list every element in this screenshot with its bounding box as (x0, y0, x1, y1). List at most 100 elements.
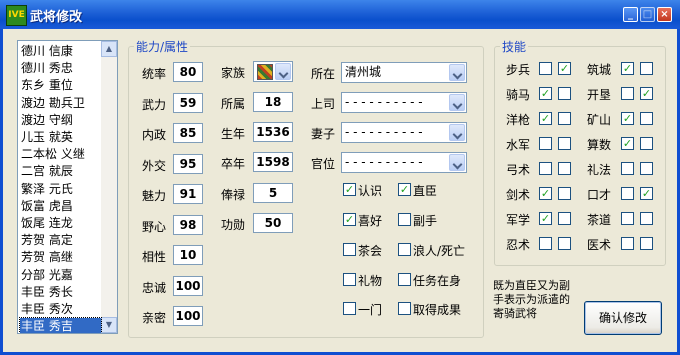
skill-checkbox-b[interactable] (558, 112, 571, 125)
flag-label: 认识 (358, 184, 383, 198)
stat-value-field[interactable]: 80 (173, 62, 203, 82)
skill-checkbox-b[interactable]: ✓ (640, 187, 653, 200)
list-item[interactable]: 丰臣 秀次 (20, 301, 101, 318)
skill-checkbox-a[interactable] (539, 237, 552, 250)
flag-label: 副手 (413, 214, 438, 228)
family-crest-select[interactable] (253, 61, 293, 82)
flag-checkbox[interactable] (343, 273, 356, 286)
scroll-down-icon[interactable]: ▼ (101, 317, 117, 333)
skill-checkbox-b[interactable]: ✓ (640, 87, 653, 100)
flag-checkbox[interactable] (398, 243, 411, 256)
attr-value-field[interactable]: 18 (253, 92, 293, 112)
list-item[interactable]: 儿玉 就英 (20, 129, 101, 146)
stat-value-field[interactable]: 98 (173, 214, 203, 235)
flag-checkbox[interactable] (343, 243, 356, 256)
skill-checkbox-b[interactable]: ✓ (558, 62, 571, 75)
skill-checkbox-a[interactable] (621, 187, 634, 200)
stat-value-field[interactable]: 91 (173, 184, 203, 204)
list-item[interactable]: 德川 信康 (20, 43, 101, 60)
list-item[interactable]: 芳贺 高继 (20, 249, 101, 266)
list-item[interactable]: 分部 光嘉 (20, 267, 101, 284)
dropdown-arrow-icon[interactable] (449, 64, 465, 81)
skill-checkbox-a[interactable]: ✓ (539, 187, 552, 200)
skill-checkbox-a[interactable]: ✓ (621, 137, 634, 150)
list-item[interactable]: 德川 秀忠 (20, 60, 101, 77)
skill-checkbox-a[interactable]: ✓ (621, 112, 634, 125)
skill-checkbox-a[interactable]: ✓ (539, 112, 552, 125)
scroll-up-icon[interactable]: ▲ (101, 41, 117, 57)
skill-checkbox-b[interactable] (640, 62, 653, 75)
stat-value-field[interactable]: 95 (173, 153, 203, 174)
location-select[interactable]: 清州城 (341, 62, 467, 83)
skill-checkbox-b[interactable] (558, 137, 571, 150)
skill-checkbox-b[interactable] (558, 162, 571, 175)
dropdown-arrow-icon[interactable] (275, 63, 291, 80)
skill-checkbox-b[interactable] (640, 237, 653, 250)
skill-checkbox-a[interactable]: ✓ (539, 212, 552, 225)
list-item[interactable]: 二宫 就辰 (20, 163, 101, 180)
skill-checkbox-a[interactable] (621, 87, 634, 100)
dropdown-arrow-icon[interactable] (449, 154, 465, 171)
list-item[interactable]: 渡边 守纲 (20, 112, 101, 129)
flag-checkbox[interactable]: ✓ (398, 183, 411, 196)
skill-checkbox-b[interactable] (640, 137, 653, 150)
list-item[interactable]: 饭尾 连龙 (20, 215, 101, 232)
skill-checkbox-b[interactable] (640, 212, 653, 225)
dropdown-arrow-icon[interactable] (449, 124, 465, 141)
list-item[interactable]: 繁泽 元氏 (20, 181, 101, 198)
list-scrollbar[interactable]: ▲ ▼ (101, 41, 117, 333)
skill-checkbox-b[interactable] (558, 237, 571, 250)
skill-label: 水军 (506, 138, 531, 152)
close-icon[interactable]: × (657, 7, 672, 22)
flag-checkbox[interactable] (398, 302, 411, 315)
attr-value-field[interactable]: 50 (253, 213, 293, 233)
stat-value-field[interactable]: 100 (173, 275, 203, 296)
skill-label: 洋枪 (506, 113, 531, 127)
stat-value-field[interactable]: 100 (173, 306, 203, 326)
flag-checkbox[interactable]: ✓ (343, 213, 356, 226)
stat-value-field[interactable]: 10 (173, 245, 203, 265)
flag-checkbox[interactable] (398, 213, 411, 226)
wife-select[interactable]: - - - - - - - - - - (341, 122, 467, 143)
flag-checkbox[interactable] (343, 302, 356, 315)
skill-checkbox-a[interactable] (621, 162, 634, 175)
skill-checkbox-b[interactable] (558, 212, 571, 225)
flag-checkbox[interactable]: ✓ (343, 183, 356, 196)
list-item[interactable]: 饭富 虎昌 (20, 198, 101, 215)
skill-checkbox-a[interactable] (539, 62, 552, 75)
skill-checkbox-a[interactable] (621, 237, 634, 250)
stat-value-field[interactable]: 85 (173, 123, 203, 143)
rank-label: 官位 (311, 157, 336, 171)
skill-checkbox-b[interactable] (640, 162, 653, 175)
minimize-icon[interactable]: _ (623, 7, 638, 22)
attr-value-field[interactable]: 1536 (253, 122, 293, 142)
skill-checkbox-a[interactable] (539, 137, 552, 150)
skill-checkbox-a[interactable] (539, 162, 552, 175)
attr-value-field[interactable]: 1598 (253, 152, 293, 172)
superior-select[interactable]: - - - - - - - - - - (341, 92, 467, 113)
skill-checkbox-a[interactable]: ✓ (621, 62, 634, 75)
stat-value-field[interactable]: 59 (173, 92, 203, 113)
confirm-edit-button[interactable]: 确认修改 (584, 301, 662, 335)
skill-checkbox-b[interactable] (640, 112, 653, 125)
skill-checkbox-b[interactable] (558, 87, 571, 100)
list-item[interactable]: 二本松 义继 (20, 146, 101, 163)
flag-checkbox[interactable] (398, 273, 411, 286)
skill-label: 茶道 (587, 213, 612, 227)
skill-checkbox-b[interactable] (558, 187, 571, 200)
stat-label: 统率 (142, 67, 167, 81)
stat-label: 忠诚 (142, 280, 167, 295)
list-item[interactable]: 丰臣 秀长 (20, 284, 101, 301)
list-item[interactable]: 渡边 勘兵卫 (20, 95, 101, 112)
list-item[interactable]: 东乡 重位 (20, 77, 101, 94)
skill-checkbox-a[interactable] (621, 212, 634, 225)
skill-label: 步兵 (506, 63, 531, 77)
attr-value-field[interactable]: 5 (253, 183, 293, 203)
rank-select[interactable]: - - - - - - - - - - (341, 152, 467, 173)
list-item[interactable]: 芳贺 高定 (20, 232, 101, 249)
dropdown-arrow-icon[interactable] (449, 94, 465, 111)
list-item[interactable]: 丰臣 秀吉 (19, 317, 102, 333)
officer-listbox[interactable]: ▲ ▼ 德川 信康 德川 秀忠 东乡 重位 渡边 勘兵卫 渡边 守纲 儿玉 就英 二本松 义… (17, 40, 118, 334)
skill-checkbox-a[interactable]: ✓ (539, 87, 552, 100)
attr-label: 生年 (221, 127, 246, 141)
